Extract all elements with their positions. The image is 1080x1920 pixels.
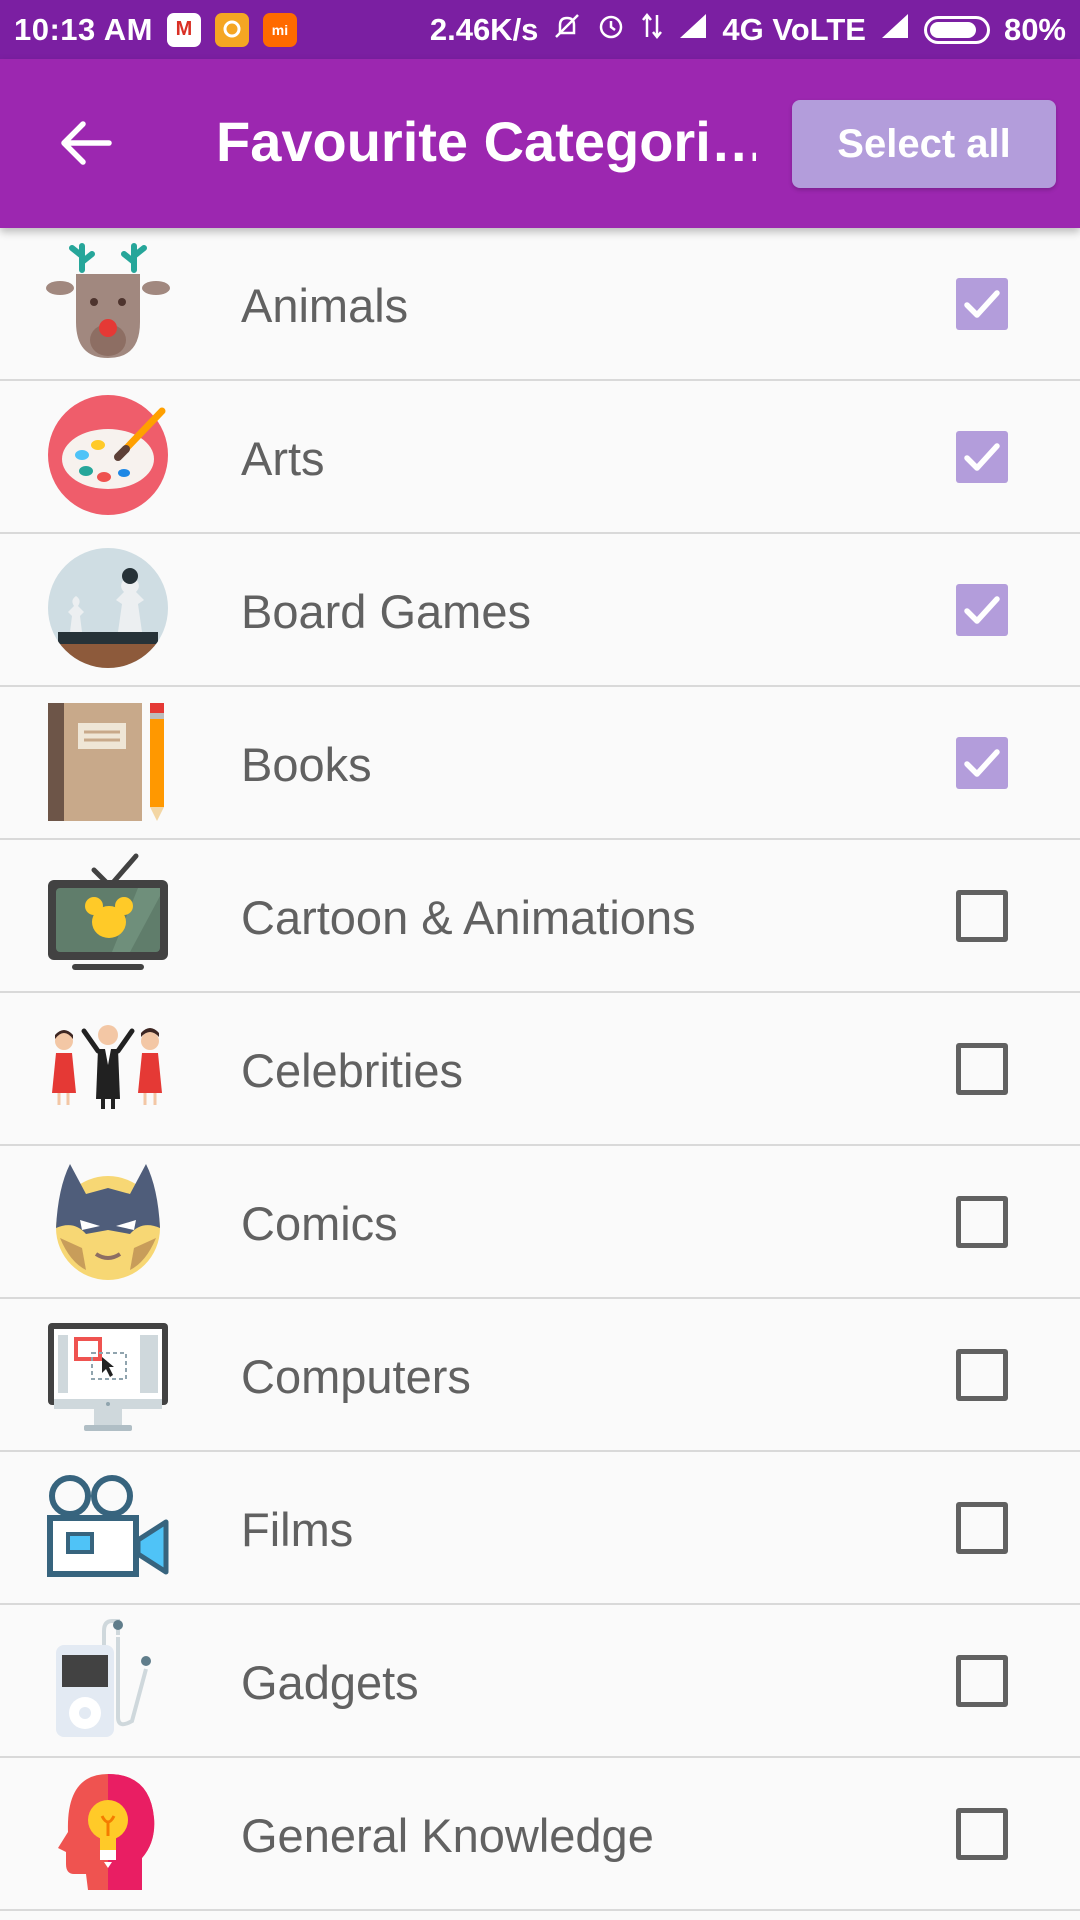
category-label: Books [241, 738, 372, 791]
category-label: Gadgets [241, 1656, 419, 1709]
checkbox-checked[interactable] [956, 737, 1008, 789]
film-camera-icon [47, 1475, 169, 1577]
checkbox-unchecked[interactable] [956, 1043, 1008, 1095]
battery-icon [923, 15, 990, 44]
checkbox-unchecked[interactable] [956, 1808, 1008, 1860]
select-all-button[interactable]: Select all [792, 100, 1056, 188]
category-label: Animals [241, 279, 409, 332]
list-item[interactable]: Board Games [0, 534, 1080, 687]
list-item[interactable]: Arts [0, 381, 1080, 534]
battery-percent: 80% [1003, 11, 1066, 47]
checkbox-unchecked[interactable] [956, 1502, 1008, 1554]
page-title: Favourite Categori… [216, 110, 756, 173]
checkbox-checked[interactable] [956, 584, 1008, 636]
back-button[interactable] [46, 103, 126, 183]
mute-icon [552, 11, 582, 49]
computer-monitor-icon [48, 1323, 168, 1431]
checkbox-unchecked[interactable] [956, 1349, 1008, 1401]
checkmark-icon [964, 596, 1000, 624]
list-item[interactable]: Animals [0, 228, 1080, 381]
reindeer-icon [46, 243, 170, 358]
list-item[interactable]: Comics [0, 1146, 1080, 1299]
alarm-icon [596, 11, 626, 49]
checkmark-icon [964, 749, 1000, 777]
list-item[interactable]: Computers [0, 1299, 1080, 1452]
head-lightbulb-icon [58, 1774, 155, 1890]
list-item[interactable]: Celebrities [0, 993, 1080, 1146]
category-label: Cartoon & Animations [241, 891, 696, 944]
paint-palette-icon [48, 395, 168, 515]
cartoon-tv-icon [48, 853, 168, 970]
list-item[interactable]: Films [0, 1452, 1080, 1605]
checkbox-checked[interactable] [956, 278, 1008, 330]
checkbox-unchecked[interactable] [956, 890, 1008, 942]
category-label: Computers [241, 1350, 471, 1403]
data-transfer-icon [640, 11, 664, 49]
checkmark-icon [964, 443, 1000, 471]
category-label: Films [241, 1503, 354, 1556]
category-label: Board Games [241, 585, 531, 638]
category-label: Comics [241, 1197, 398, 1250]
signal-icon-2 [880, 12, 910, 48]
superhero-mask-icon [56, 1164, 160, 1280]
signal-icon [678, 12, 708, 48]
network-speed: 2.46K/s [429, 11, 539, 47]
list-item[interactable]: Gadgets [0, 1605, 1080, 1758]
network-type: 4G VoLTE [722, 11, 866, 47]
app-toolbar: Favourite Categori… Select all [0, 59, 1080, 228]
category-label: General Knowledge [241, 1809, 654, 1862]
celebrities-icon [52, 1025, 162, 1109]
list-item[interactable]: Books [0, 687, 1080, 840]
list-item[interactable]: General Knowledge [0, 1758, 1080, 1911]
category-label: Arts [241, 432, 325, 485]
gmail-icon: M [166, 12, 201, 47]
status-bar: 10:13 AM M mi 2.46K/s 4G VoLTE 80% [0, 0, 1080, 59]
category-label: Celebrities [241, 1044, 464, 1097]
back-arrow-icon [61, 121, 112, 165]
checkbox-checked[interactable] [956, 431, 1008, 483]
mi-icon: mi [262, 12, 297, 47]
checkmark-icon [964, 290, 1000, 318]
book-pencil-icon [48, 703, 164, 821]
music-player-icon [56, 1619, 151, 1737]
category-list: Animals Arts Board Games Books Cartoon &… [0, 228, 1080, 1911]
checkbox-unchecked[interactable] [956, 1196, 1008, 1248]
message-icon [214, 12, 249, 47]
status-time: 10:13 AM [14, 11, 153, 47]
chess-icon [48, 548, 168, 668]
list-item[interactable]: Cartoon & Animations [0, 840, 1080, 993]
checkbox-unchecked[interactable] [956, 1655, 1008, 1707]
